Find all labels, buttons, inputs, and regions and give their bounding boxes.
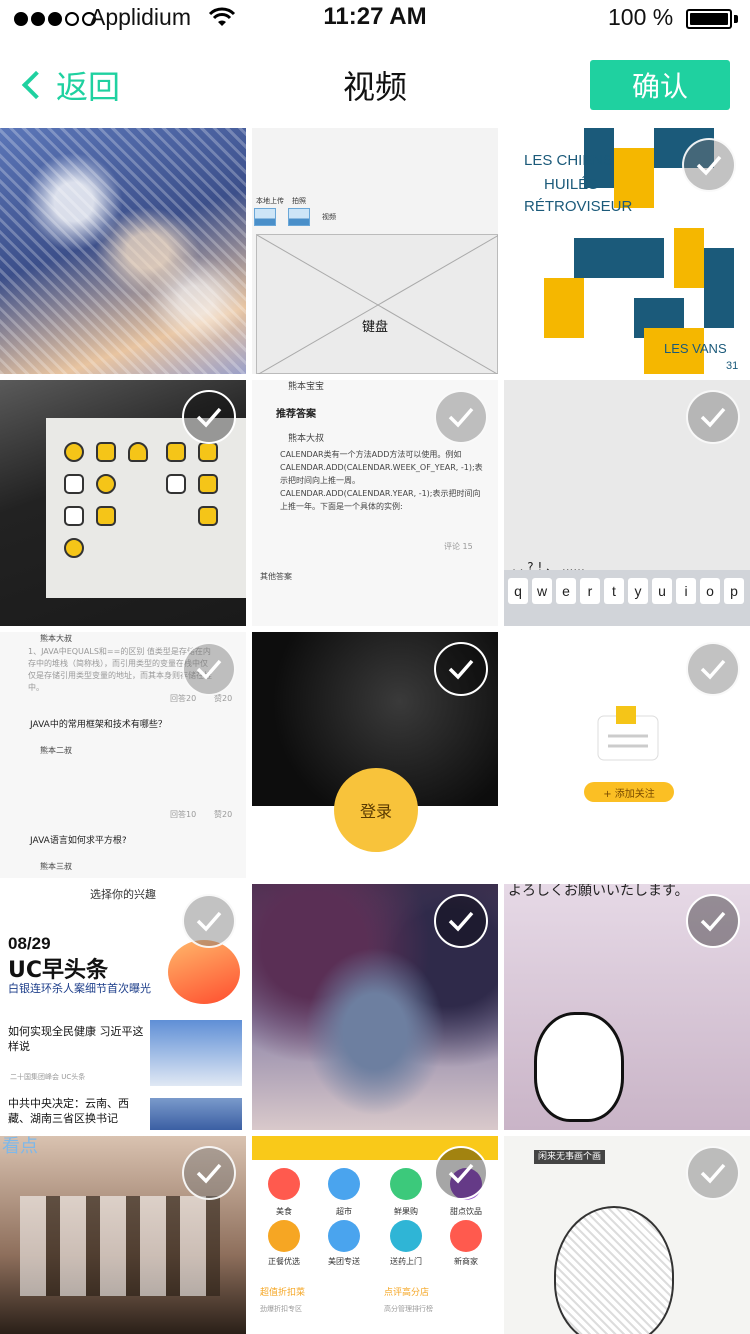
news-photo-1 <box>150 1020 242 1086</box>
grid-item-wireframe[interactable]: 本地上传 拍照 视频 键盘 <box>252 128 498 374</box>
qa-reply-count: 回答20 <box>170 694 197 703</box>
qa-reply-count-2: 回答10 <box>170 810 197 819</box>
meituan-promo-1: 超值折扣菜 <box>260 1288 306 1298</box>
status-bar: Applidium 11:27 AM 100 % <box>0 0 750 40</box>
navigation-bar: 返回 视频 确认 <box>0 40 750 128</box>
meituan-item: 鲜果购 <box>394 1207 418 1216</box>
medicine-icon <box>390 1220 422 1252</box>
qa-comments: 评论 15 <box>444 542 473 551</box>
battery-tip <box>734 15 738 23</box>
meituan-item: 美团专送 <box>328 1257 360 1266</box>
select-checkbox[interactable] <box>686 642 740 696</box>
select-checkbox[interactable] <box>434 642 488 696</box>
uc-date: 08/29 <box>8 934 51 953</box>
select-checkbox[interactable] <box>434 1146 488 1200</box>
key: y <box>628 578 648 604</box>
poster-line-2: HUILÉS <box>544 176 599 193</box>
meituan-item: 新商家 <box>454 1257 478 1266</box>
qa-heading: 推荐答案 <box>276 409 316 420</box>
key: r <box>580 578 600 604</box>
grid-item-snow-trees[interactable] <box>0 128 246 374</box>
select-checkbox[interactable] <box>682 138 736 192</box>
key: u <box>652 578 672 604</box>
select-checkbox[interactable] <box>686 1146 740 1200</box>
image-placeholder-icon <box>254 208 276 226</box>
qa-user-3: 熊本三叔 <box>40 862 72 871</box>
keyboard-keys: q w e r t y u i o p <box>504 570 750 626</box>
uc-subtitle: 白银连环杀人案细节首次曝光 <box>8 982 151 995</box>
wire-upload-label: 本地上传 <box>256 197 284 205</box>
supermarket-icon <box>328 1168 360 1200</box>
new-shop-icon <box>450 1220 482 1252</box>
meituan-promo-1-sub: 劲爆折扣专区 <box>260 1305 302 1313</box>
poster-number: 31 <box>726 360 739 372</box>
play-icon <box>168 940 240 1004</box>
key: q <box>508 578 528 604</box>
wire-keyboard-label: 键盘 <box>361 320 388 335</box>
uc-headline-2: 中共中央决定：云南、西藏、湖南三省区换书记 <box>8 1097 129 1125</box>
select-checkbox[interactable] <box>182 1146 236 1200</box>
news-photo-2 <box>150 1098 242 1130</box>
meituan-item: 正餐优选 <box>268 1257 300 1266</box>
key: i <box>676 578 696 604</box>
meituan-item: 甜点饮品 <box>450 1207 482 1216</box>
meme-face <box>534 1012 624 1122</box>
select-checkbox[interactable] <box>182 390 236 444</box>
qa-like-count-2: 赞20 <box>214 810 233 819</box>
concert-brand: 看点 <box>2 1136 38 1157</box>
key: p <box>724 578 744 604</box>
add-follow-button: + 添加关注 <box>584 782 674 802</box>
key: e <box>556 578 576 604</box>
meituan-promo-2: 点评高分店 <box>384 1288 430 1298</box>
sketch-girl <box>554 1206 674 1334</box>
battery-icon <box>686 9 732 29</box>
qa-top-user: 熊本大叔 <box>40 634 72 643</box>
poster-line-4: LES VANS <box>664 341 727 356</box>
qa-user: 熊本宝宝 <box>288 382 325 392</box>
select-checkbox[interactable] <box>434 894 488 948</box>
select-checkbox[interactable] <box>434 390 488 444</box>
wire-video-label: 视频 <box>322 213 336 221</box>
qa-answerer: 熊本大叔 <box>288 434 325 444</box>
key: t <box>604 578 624 604</box>
meituan-item: 送药上门 <box>390 1257 422 1266</box>
wire-photo-label: 拍照 <box>292 197 306 205</box>
meituan-promo-2-sub: 高分管理排行榜 <box>384 1305 433 1313</box>
qa-body: CALENDAR类有一个方法ADD方法可以使用。例如CALENDAR.ADD(C… <box>280 450 483 511</box>
image-placeholder-icon <box>288 208 310 226</box>
poster-line-3: RÉTROVISEUR <box>524 198 633 215</box>
qa-user-2: 熊本二叔 <box>40 746 72 755</box>
icon-sheet <box>46 418 246 598</box>
battery-percent: 100 % <box>608 4 674 30</box>
meituan-item: 美食 <box>276 1207 292 1216</box>
qa-other: 其他答案 <box>260 572 292 581</box>
document-illustration-icon <box>597 706 659 761</box>
key: w <box>532 578 552 604</box>
login-button: 登录 <box>334 768 418 852</box>
key: o <box>700 578 720 604</box>
uc-headline-1: 如何实现全民健康 习近平这样说 <box>8 1025 144 1053</box>
meal-icon <box>268 1220 300 1252</box>
uc-meta-1: 二十国集团峰会 UC头条 <box>10 1073 86 1081</box>
sketch-label: 闲来无事画个画 <box>534 1150 606 1164</box>
select-checkbox[interactable] <box>686 390 740 444</box>
uc-interest: 选择你的兴趣 <box>90 888 156 901</box>
qa-question-2: JAVA中的常用框架和技术有哪些？ <box>30 720 167 730</box>
media-grid: 本地上传 拍照 视频 键盘 LES CHIENS HUILÉS RÉTROVIS… <box>0 128 750 1334</box>
food-icon <box>268 1168 300 1200</box>
select-checkbox[interactable] <box>686 894 740 948</box>
performers <box>20 1196 220 1296</box>
poster-line-1: LES CHIENS <box>524 152 614 169</box>
delivery-icon <box>328 1220 360 1252</box>
select-checkbox[interactable] <box>182 642 236 696</box>
meituan-item: 超市 <box>336 1207 352 1216</box>
fruit-icon <box>390 1168 422 1200</box>
qa-question-3: JAVA语言如何求平方根? <box>30 836 127 846</box>
confirm-button[interactable]: 确认 <box>590 60 730 110</box>
select-checkbox[interactable] <box>182 894 236 948</box>
keyboard-placeholder <box>256 234 498 374</box>
